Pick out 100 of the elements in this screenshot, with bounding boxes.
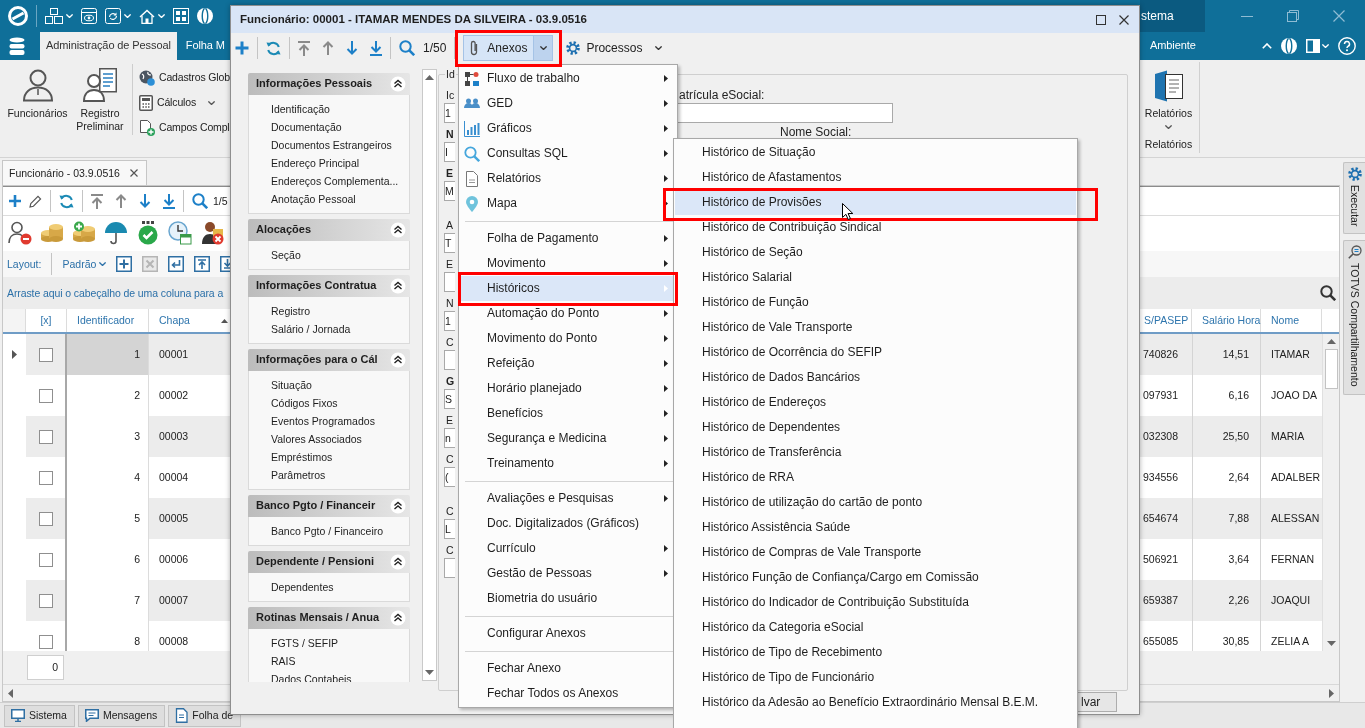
clock-calendar-icon[interactable] <box>168 221 192 245</box>
section-header[interactable]: Rotinas Mensais / Anua <box>248 607 410 629</box>
menu-item[interactable]: Gráficos <box>460 116 676 141</box>
scrollbar[interactable] <box>422 69 437 681</box>
double-chevron-up-icon[interactable] <box>390 610 406 626</box>
menu-item[interactable]: Histórico de Dados Bancários <box>675 365 1076 390</box>
search-icon[interactable] <box>1320 285 1336 301</box>
panel-link[interactable]: Situação <box>271 376 409 394</box>
boxes-icon[interactable] <box>45 8 63 24</box>
checkbox[interactable] <box>38 552 53 567</box>
menu-item[interactable]: Folha de Pagamento <box>460 226 676 251</box>
taskbar-button[interactable]: Mensagens <box>77 704 166 727</box>
panel-link[interactable]: Códigos Fixos <box>271 394 409 412</box>
maximize-icon[interactable] <box>1096 14 1106 25</box>
checkbox[interactable] <box>38 470 53 485</box>
menu-item[interactable]: Fluxo de trabalho <box>460 66 676 91</box>
menu-item[interactable]: Histórico de Dependentes <box>675 415 1076 440</box>
menu-item[interactable]: Histórico de Vale Transporte <box>675 315 1076 340</box>
add-box-icon[interactable] <box>116 256 133 272</box>
ribbon-button[interactable]: Cadastros Glob <box>139 65 230 90</box>
side-tab[interactable]: Executar <box>1343 162 1365 235</box>
help-icon[interactable] <box>1338 37 1356 55</box>
menu-item[interactable]: Benefícios <box>460 401 676 426</box>
checkbox[interactable] <box>38 429 53 444</box>
column-header[interactable]: Identificador <box>67 309 149 332</box>
menu-item[interactable]: Histórico Função de Confiança/Cargo em Comissão <box>675 565 1076 590</box>
scroll-thumb[interactable] <box>1324 349 1338 389</box>
reports-button[interactable]: Relatórios <box>1144 62 1193 129</box>
caret-icon[interactable] <box>208 100 216 105</box>
attachments-button[interactable]: Anexos <box>463 35 535 61</box>
side-tab[interactable]: TOTVS Compartilhamento <box>1343 240 1365 395</box>
input-field[interactable]: I <box>444 142 455 162</box>
section-header[interactable]: Informações Contratua <box>248 275 410 297</box>
ribbon-tab[interactable]: Ambiente <box>1144 32 1202 60</box>
arrow-to-bottom-icon[interactable] <box>163 193 175 209</box>
menu-item[interactable]: Configurar Anexos <box>460 621 676 646</box>
panel-link[interactable]: Empréstimos <box>271 448 409 466</box>
panel-icon[interactable] <box>1306 39 1320 53</box>
globe-icon[interactable] <box>1281 38 1297 54</box>
restore-icon[interactable] <box>1287 10 1299 22</box>
menu-item[interactable]: Histórico de RRA <box>675 465 1076 490</box>
menu-item[interactable]: Histórico Assistência Saúde <box>675 515 1076 540</box>
arrow-down-icon[interactable] <box>139 194 151 208</box>
checkbox[interactable] <box>38 347 53 362</box>
menu-item[interactable]: Histórico de Tipo de Recebimento <box>675 640 1076 665</box>
menu-item[interactable]: Histórico de utilização do cartão de ponto <box>675 490 1076 515</box>
input-field[interactable]: n <box>444 428 455 448</box>
menu-item[interactable]: Histórico de Tipo de Funcionário <box>675 665 1076 690</box>
arrow-to-bottom-icon[interactable] <box>370 40 382 56</box>
close-icon[interactable] <box>1119 14 1129 25</box>
document-tab[interactable]: Funcionário - 03.9.0516 <box>2 160 147 185</box>
panel-link[interactable]: Documentação <box>271 118 409 136</box>
chevron-up-icon[interactable] <box>1262 43 1272 49</box>
input-field[interactable] <box>444 272 455 292</box>
menu-item[interactable]: Histórico do Indicador de Contribuição Substituída <box>675 590 1076 615</box>
scroll-up-icon[interactable] <box>1326 339 1336 344</box>
section-header[interactable]: Dependente / Pensioni <box>248 551 410 573</box>
column-header[interactable]: Nome <box>1261 309 1322 332</box>
column-header[interactable]: Salário Hora <box>1192 309 1261 332</box>
person-minus-icon[interactable] <box>8 221 32 245</box>
menu-item[interactable]: Histórico de Seção <box>675 240 1076 265</box>
scroll-right-icon[interactable] <box>1329 688 1334 698</box>
panel-link[interactable]: Documentos Estrangeiros <box>271 136 409 154</box>
arrow-up-icon[interactable] <box>115 194 127 208</box>
input-field[interactable]: ( <box>444 467 455 487</box>
panel-link[interactable]: Endereço Principal <box>271 154 409 172</box>
globe-icon[interactable] <box>197 8 213 24</box>
panel-link[interactable]: RAIS <box>271 652 409 670</box>
input-field[interactable]: 1 <box>444 103 455 123</box>
section-header[interactable]: Alocações <box>248 219 410 241</box>
menu-item[interactable]: Currículo <box>460 536 676 561</box>
menu-item[interactable]: Histórico de Situação <box>675 140 1076 165</box>
panel-link[interactable]: Endereços Complementa... <box>271 172 409 190</box>
double-chevron-up-icon[interactable] <box>390 76 406 92</box>
panel-link[interactable]: Identificação <box>271 100 409 118</box>
menu-item[interactable]: Gestão de Pessoas <box>460 561 676 586</box>
input-field[interactable]: S <box>444 389 455 409</box>
menu-item[interactable]: Horário planejado <box>460 376 676 401</box>
panel-link[interactable]: Parâmetros <box>271 466 409 484</box>
umbrella-icon[interactable] <box>104 221 128 245</box>
column-header[interactable]: S/PASEP <box>1141 309 1192 332</box>
menu-item[interactable]: Biometria do usuário <box>460 586 676 611</box>
double-chevron-up-icon[interactable] <box>390 222 406 238</box>
menu-item[interactable]: Movimento do Ponto <box>460 326 676 351</box>
section-header[interactable]: Informações para o Cál <box>248 349 410 371</box>
menu-item[interactable]: Relatórios <box>460 166 676 191</box>
menu-item[interactable]: Histórico de Função <box>675 290 1076 315</box>
menu-item[interactable]: Segurança e Medicina <box>460 426 676 451</box>
check-circle-icon[interactable] <box>136 221 160 245</box>
ribbon-button[interactable]: Cálculos <box>139 90 230 115</box>
add-icon[interactable] <box>235 41 249 55</box>
minimize-icon[interactable] <box>1241 15 1253 17</box>
scroll-down-icon[interactable] <box>425 670 434 675</box>
save-button[interactable]: lvar <box>1075 692 1117 712</box>
ribbon-tab[interactable]: Folha M <box>179 32 231 60</box>
panel-link[interactable]: Salário / Jornada <box>271 320 409 338</box>
arrow-up-icon[interactable] <box>322 41 334 55</box>
checkbox[interactable] <box>38 511 53 526</box>
scroll-up-icon[interactable] <box>425 75 434 80</box>
checkbox[interactable] <box>38 593 53 608</box>
